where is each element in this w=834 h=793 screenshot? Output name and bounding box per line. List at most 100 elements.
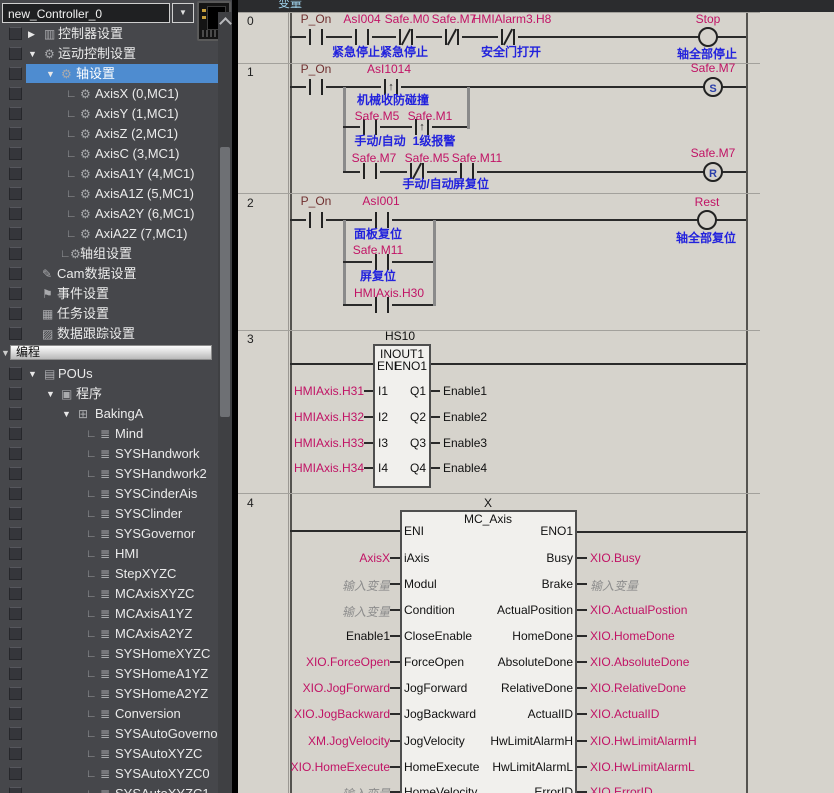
controller-select-dropdown-icon[interactable]: ▼ — [172, 3, 194, 23]
tree-item-syshomexyzc[interactable]: ∟≣SYSHomeXYZC — [0, 644, 218, 664]
contact-no-p-on[interactable] — [306, 212, 326, 228]
tree-checkbox[interactable] — [9, 367, 22, 380]
tree-item-sysautoxyzc1[interactable]: ∟≣SYSAutoXYZC1 — [0, 784, 218, 793]
tree-item-axisx-0-mc1[interactable]: ∟⚙AxisX (0,MC1) — [0, 84, 218, 104]
chevron-down-icon[interactable]: ▼ — [46, 389, 55, 399]
tree-item-mcaxisa2yz[interactable]: ∟≣MCAxisA2YZ — [0, 624, 218, 644]
tree-item-axia2z-7-mc1[interactable]: ∟⚙AxiA2Z (7,MC1) — [0, 224, 218, 244]
fb-output-value[interactable]: XIO.HwLimitAlarmH — [590, 734, 697, 748]
fb-input-value[interactable]: Enable1 — [346, 629, 390, 643]
tree-item-item[interactable]: ▼▣程序 — [0, 384, 218, 404]
chevron-down-icon[interactable]: ▼ — [28, 49, 37, 59]
fb-input-value[interactable]: XIO.ForceOpen — [306, 655, 390, 669]
chevron-right-icon[interactable]: ▶ — [28, 29, 35, 39]
fb-output-value[interactable]: XIO.RelativeDone — [590, 681, 686, 695]
tree-checkbox[interactable] — [9, 747, 22, 760]
fb-output-value[interactable]: XIO.ActualPostion — [590, 603, 687, 617]
fb-output-value[interactable]: XIO.Busy — [590, 551, 641, 565]
tree-checkbox[interactable] — [9, 247, 22, 260]
chevron-down-icon[interactable]: ▼ — [62, 409, 71, 419]
tree-checkbox[interactable] — [9, 487, 22, 500]
tree-checkbox[interactable] — [9, 267, 22, 280]
tree-checkbox[interactable] — [9, 167, 22, 180]
tree-item-syshomea1yz[interactable]: ∟≣SYSHomeA1YZ — [0, 664, 218, 684]
tree-item-item[interactable]: ⚑事件设置 — [0, 284, 218, 304]
tree-checkbox[interactable] — [9, 727, 22, 740]
tree-item-syshandwork2[interactable]: ∟≣SYSHandwork2 — [0, 464, 218, 484]
tree-item-sysgovernor[interactable]: ∟≣SYSGovernor — [0, 524, 218, 544]
tree-item-item[interactable]: ▨数据跟踪设置 — [0, 324, 218, 344]
fb-output-value[interactable]: XIO.HomeDone — [590, 629, 675, 643]
tree-item-sysclinder[interactable]: ∟≣SYSClinder — [0, 504, 218, 524]
coil-rest[interactable] — [697, 210, 717, 230]
coil-reset-safe-m7[interactable]: R — [703, 162, 723, 182]
tree-checkbox[interactable] — [9, 627, 22, 640]
fb-input-value[interactable]: XIO.JogBackward — [294, 707, 390, 721]
tree-checkbox[interactable] — [9, 567, 22, 580]
tree-checkbox[interactable] — [9, 787, 22, 793]
tree-checkbox[interactable] — [9, 47, 22, 60]
variables-tab[interactable]: 变量 — [278, 0, 302, 11]
chevron-down-icon[interactable]: ▼ — [46, 69, 55, 79]
fb-output-value[interactable]: Enable2 — [443, 410, 487, 424]
tree-item-sysautogovernor[interactable]: ∟≣SYSAutoGovernor — [0, 724, 218, 744]
controller-select[interactable]: new_Controller_0 — [2, 3, 170, 23]
fb-output-value[interactable]: XIO.AbsoluteDone — [590, 655, 689, 669]
coil-set-safe-m7[interactable]: S — [703, 77, 723, 97]
tree-item-item[interactable]: ▦任务设置 — [0, 304, 218, 324]
tree-checkbox[interactable] — [9, 407, 22, 420]
tree-item-item[interactable]: ∟⚙轴组设置 — [0, 244, 218, 264]
fb-input-value[interactable]: 输入变量 — [342, 603, 390, 620]
tree-item-axisa1y-4-mc1[interactable]: ∟⚙AxisA1Y (4,MC1) — [0, 164, 218, 184]
chevron-down-icon[interactable]: ▼ — [1, 348, 10, 358]
tree-checkbox[interactable] — [9, 67, 22, 80]
chevron-down-icon[interactable]: ▼ — [28, 369, 37, 379]
tree-checkbox[interactable] — [9, 667, 22, 680]
fb-output-value[interactable]: Enable1 — [443, 384, 487, 398]
tree-item-axisy-1-mc1[interactable]: ∟⚙AxisY (1,MC1) — [0, 104, 218, 124]
fb-input-value[interactable]: XIO.JogForward — [303, 681, 390, 695]
fb-input-value[interactable]: HMIAxis.H34 — [294, 461, 364, 475]
tree-checkbox[interactable] — [9, 147, 22, 160]
tree-checkbox[interactable] — [9, 507, 22, 520]
tree-item-mcaxisxyzc[interactable]: ∟≣MCAxisXYZC — [0, 584, 218, 604]
fb-input-value[interactable]: AxisX — [359, 551, 390, 565]
tree-item-bakinga[interactable]: ▼⊞BakingA — [0, 404, 218, 424]
tree-item-hmi[interactable]: ∟≣HMI — [0, 544, 218, 564]
tree-checkbox[interactable] — [9, 707, 22, 720]
fb-output-value[interactable]: XIO.HwLimitAlarmL — [590, 760, 695, 774]
tree-checkbox[interactable] — [9, 767, 22, 780]
tree-checkbox[interactable] — [9, 207, 22, 220]
tree-checkbox[interactable] — [9, 107, 22, 120]
tree-item-pous[interactable]: ▼▤POUs — [0, 364, 218, 384]
fb-output-value[interactable]: 输入变量 — [590, 577, 638, 594]
tree-item-stepxyzc[interactable]: ∟≣StepXYZC — [0, 564, 218, 584]
tree-item-conversion[interactable]: ∟≣Conversion — [0, 704, 218, 724]
tree-item-syscinderais[interactable]: ∟≣SYSCinderAis — [0, 484, 218, 504]
tree-checkbox[interactable] — [9, 27, 22, 40]
fb-input-value[interactable]: HMIAxis.H32 — [294, 410, 364, 424]
contact-no-p-on[interactable] — [306, 79, 326, 95]
tree-checkbox[interactable] — [9, 447, 22, 460]
tree-section-header-item[interactable]: ▼编程 — [0, 344, 218, 364]
tree-checkbox[interactable] — [9, 607, 22, 620]
scroll-up-icon[interactable] — [220, 16, 230, 26]
tree-item-sysautoxyzc0[interactable]: ∟≣SYSAutoXYZC0 — [0, 764, 218, 784]
tree-checkbox[interactable] — [9, 527, 22, 540]
tree-checkbox[interactable] — [9, 187, 22, 200]
tree-item-item[interactable]: ▼⚙轴设置 — [0, 64, 218, 84]
fb-input-value[interactable]: 输入变量 — [342, 785, 390, 793]
tree-checkbox[interactable] — [9, 547, 22, 560]
tree-item-syshandwork[interactable]: ∟≣SYSHandwork — [0, 444, 218, 464]
explorer-scrollbar[interactable] — [218, 12, 232, 793]
tree-item-axisc-3-mc1[interactable]: ∟⚙AxisC (3,MC1) — [0, 144, 218, 164]
fb-input-value[interactable]: HMIAxis.H33 — [294, 436, 364, 450]
tree-item-axisa1z-5-mc1[interactable]: ∟⚙AxisA1Z (5,MC1) — [0, 184, 218, 204]
tree-checkbox[interactable] — [9, 467, 22, 480]
contact-no-p-on[interactable] — [306, 29, 326, 45]
tree-checkbox[interactable] — [9, 287, 22, 300]
fb-output-value[interactable]: XIO.ErrorID — [590, 785, 653, 793]
tree-checkbox[interactable] — [9, 427, 22, 440]
tree-item-cam[interactable]: ✎Cam数据设置 — [0, 264, 218, 284]
fb-output-value[interactable]: XIO.ActualID — [590, 707, 659, 721]
